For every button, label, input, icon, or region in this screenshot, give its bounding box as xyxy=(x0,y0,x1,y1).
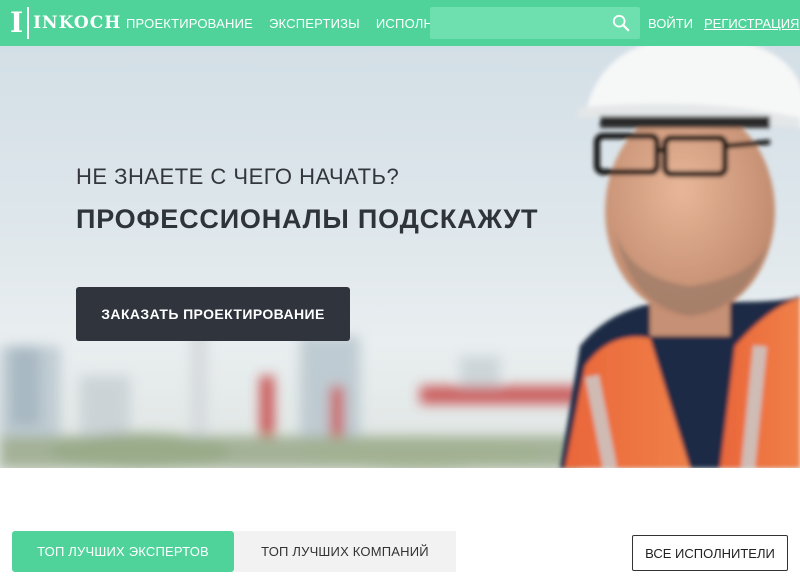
hero-subtitle: НЕ ЗНАЕТЕ С ЧЕГО НАЧАТЬ? xyxy=(76,164,400,189)
hero-title: ПРОФЕССИОНАЛЫ ПОДСКАЖУТ xyxy=(76,204,539,234)
nav-expertise[interactable]: ЭКСПЕРТИЗЫ xyxy=(269,16,360,31)
logo-mark: I xyxy=(10,6,24,39)
tab-top-companies[interactable]: ТОП ЛУЧШИХ КОМПАНИЙ xyxy=(234,531,456,572)
order-design-button[interactable]: ЗАКАЗАТЬ ПРОЕКТИРОВАНИЕ xyxy=(76,287,350,341)
site-logo[interactable]: I INKOCH xyxy=(10,6,121,40)
logo-text: INKOCH xyxy=(33,13,122,33)
logo-separator xyxy=(27,7,30,39)
search-icon[interactable] xyxy=(612,14,630,32)
register-link[interactable]: РЕГИСТРАЦИЯ xyxy=(704,16,799,31)
main-nav: ПРОЕКТИРОВАНИЕ ЭКСПЕРТИЗЫ ИСПОЛНИТЕЛИ xyxy=(126,16,478,31)
search-box xyxy=(430,7,640,39)
search-input[interactable] xyxy=(430,7,600,39)
hero-banner: НЕ ЗНАЕТЕ С ЧЕГО НАЧАТЬ? ПРОФЕССИОНАЛЫ П… xyxy=(0,46,800,468)
tab-top-experts[interactable]: ТОП ЛУЧШИХ ЭКСПЕРТОВ xyxy=(12,531,234,572)
login-link[interactable]: ВОЙТИ xyxy=(648,16,693,31)
hero-photo xyxy=(0,46,800,468)
all-contractors-button[interactable]: ВСЕ ИСПОЛНИТЕЛИ xyxy=(632,535,788,571)
nav-design[interactable]: ПРОЕКТИРОВАНИЕ xyxy=(126,16,253,31)
top-header: I INKOCH ПРОЕКТИРОВАНИЕ ЭКСПЕРТИЗЫ ИСПОЛ… xyxy=(0,0,800,46)
